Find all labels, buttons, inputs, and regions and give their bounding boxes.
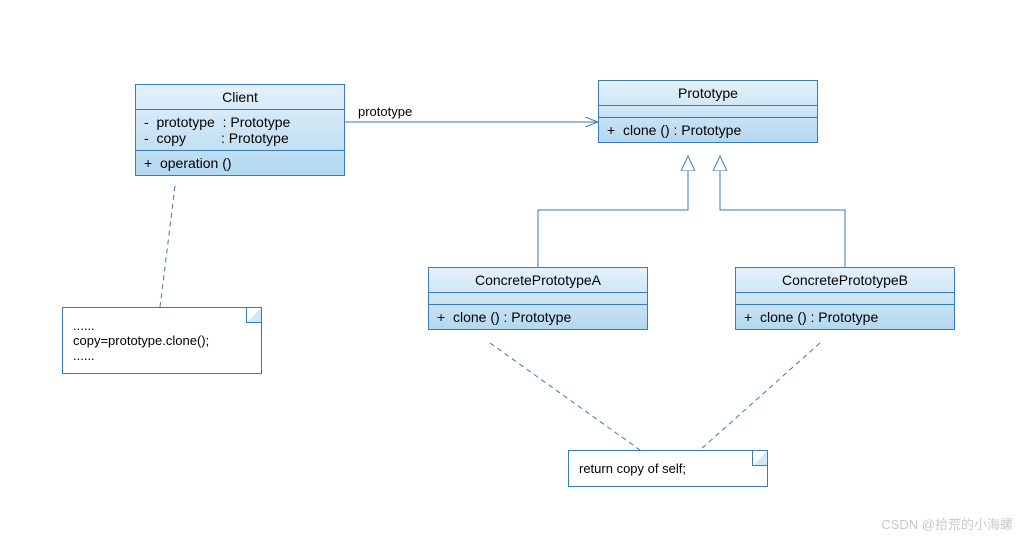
- class-client-attributes: - prototype : Prototype - copy : Prototy…: [136, 110, 344, 151]
- class-concrete-a: ConcretePrototypeA + clone () : Prototyp…: [428, 267, 648, 330]
- note-return-copy: return copy of self;: [568, 450, 768, 487]
- class-prototype-title: Prototype: [599, 81, 817, 106]
- dash-concrete-a-to-note: [490, 343, 640, 450]
- note-client-operation: ...... copy=prototype.clone(); ......: [62, 307, 262, 374]
- dash-concrete-b-to-note: [700, 343, 820, 450]
- note-line: ......: [73, 348, 251, 363]
- watermark: CSDN @拾荒的小海螺: [881, 514, 1013, 533]
- class-concrete-b-methods: + clone () : Prototype: [736, 305, 954, 329]
- class-concrete-b: ConcretePrototypeB + clone () : Prototyp…: [735, 267, 955, 330]
- method-clone: + clone () : Prototype: [607, 122, 809, 138]
- class-prototype-attributes: [599, 106, 817, 118]
- class-client: Client - prototype : Prototype - copy : …: [135, 84, 345, 176]
- class-concrete-a-attributes: [429, 293, 647, 305]
- dash-client-to-note: [160, 186, 175, 307]
- gen-concrete-a-to-prototype: [538, 156, 688, 267]
- method-clone-a: + clone () : Prototype: [437, 309, 639, 325]
- note-line: ......: [73, 318, 251, 333]
- class-client-methods: + operation (): [136, 151, 344, 175]
- class-prototype: Prototype + clone () : Prototype: [598, 80, 818, 143]
- attr-prototype: - prototype : Prototype: [144, 114, 336, 130]
- method-operation: + operation (): [144, 155, 336, 171]
- class-concrete-a-methods: + clone () : Prototype: [429, 305, 647, 329]
- class-concrete-b-title: ConcretePrototypeB: [736, 268, 954, 293]
- class-concrete-b-attributes: [736, 293, 954, 305]
- association-label-prototype: prototype: [358, 104, 412, 119]
- gen-concrete-b-to-prototype: [720, 156, 845, 267]
- note-line: return copy of self;: [579, 461, 757, 476]
- class-concrete-a-title: ConcretePrototypeA: [429, 268, 647, 293]
- class-client-title: Client: [136, 85, 344, 110]
- note-line: copy=prototype.clone();: [73, 333, 251, 348]
- class-prototype-methods: + clone () : Prototype: [599, 118, 817, 142]
- attr-copy: - copy : Prototype: [144, 130, 336, 146]
- method-clone-b: + clone () : Prototype: [744, 309, 946, 325]
